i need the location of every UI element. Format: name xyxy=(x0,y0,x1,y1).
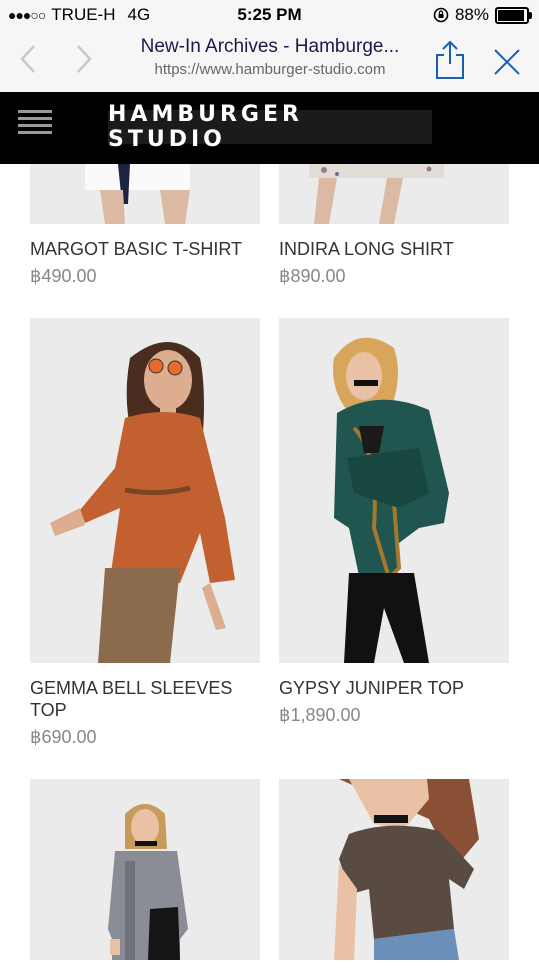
browser-bar: New-In Archives - Hamburge... https://ww… xyxy=(0,30,539,93)
product-card[interactable] xyxy=(30,779,260,974)
forward-arrow-icon[interactable] xyxy=(68,42,98,76)
product-price: ฿890.00 xyxy=(279,266,346,286)
product-name[interactable]: MARGOT BASIC T-SHIRT xyxy=(30,238,260,260)
close-icon[interactable] xyxy=(491,46,523,78)
back-arrow-icon[interactable] xyxy=(14,42,44,76)
share-icon[interactable] xyxy=(432,38,468,82)
site-header: HAMBURGER STUDIO xyxy=(0,92,539,164)
product-card[interactable]: MARGOT BASIC T-SHIRT ฿490.00 xyxy=(30,164,260,287)
product-image[interactable] xyxy=(279,779,509,960)
product-image[interactable] xyxy=(30,164,260,224)
battery-icon xyxy=(495,6,532,24)
product-card[interactable]: GEMMA BELL SLEEVES TOP ฿690.00 xyxy=(30,318,260,748)
rotation-lock-icon xyxy=(433,7,449,23)
product-card[interactable] xyxy=(279,779,509,974)
product-name[interactable]: GYPSY JUNIPER TOP xyxy=(279,677,509,699)
address-display[interactable]: New-In Archives - Hamburge... https://ww… xyxy=(115,36,425,78)
product-image[interactable] xyxy=(279,318,509,663)
product-price: ฿690.00 xyxy=(30,727,97,747)
menu-icon[interactable] xyxy=(18,110,52,138)
product-name[interactable]: GEMMA BELL SLEEVES TOP xyxy=(30,677,260,721)
product-card[interactable]: INDIRA LONG SHIRT ฿890.00 xyxy=(279,164,509,287)
product-image[interactable] xyxy=(30,779,260,960)
status-bar: ●●●○○ TRUE-H 4G 5:25 PM 88% xyxy=(0,0,539,30)
product-image[interactable] xyxy=(279,164,509,224)
product-card[interactable]: GYPSY JUNIPER TOP ฿1,890.00 xyxy=(279,318,509,726)
product-price: ฿1,890.00 xyxy=(279,705,361,725)
product-image[interactable] xyxy=(30,318,260,663)
logo-text: HAMBURGER STUDIO xyxy=(108,102,303,152)
page-title: New-In Archives - Hamburge... xyxy=(140,36,400,57)
product-price: ฿490.00 xyxy=(30,266,97,286)
page-url: https://www.hamburger-studio.com xyxy=(154,61,386,78)
product-name[interactable]: INDIRA LONG SHIRT xyxy=(279,238,509,260)
site-logo[interactable]: HAMBURGER STUDIO xyxy=(108,102,432,152)
battery-percent: 88% xyxy=(454,5,489,24)
